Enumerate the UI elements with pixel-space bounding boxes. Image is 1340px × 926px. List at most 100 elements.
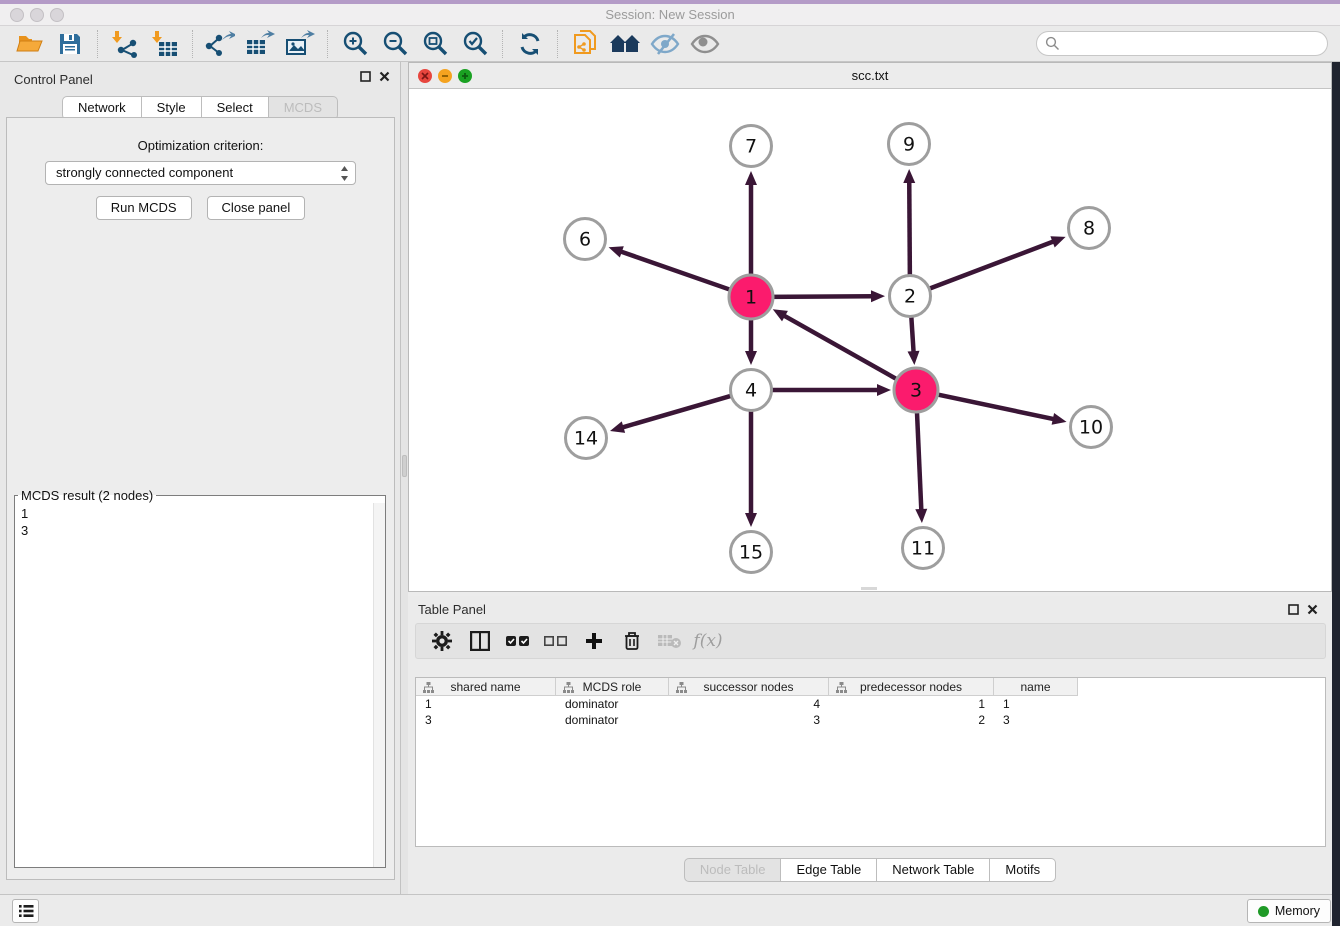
add-column-icon[interactable]: [578, 628, 610, 654]
zoom-out-icon[interactable]: [378, 29, 412, 59]
table-cell[interactable]: 2: [829, 712, 994, 728]
copy-view-icon[interactable]: [568, 29, 602, 59]
network-canvas[interactable]: 7968124314101511: [409, 89, 1331, 591]
mcds-result-box: MCDS result (2 nodes) 13: [14, 488, 386, 868]
graph-node-label: 1: [745, 287, 757, 309]
show-eye-icon[interactable]: [688, 29, 722, 59]
table-cell[interactable]: 4: [669, 696, 829, 712]
split-view-icon[interactable]: [464, 628, 496, 654]
hierarchy-icon: [676, 682, 687, 693]
import-network-icon[interactable]: [108, 29, 142, 59]
network-graph[interactable]: 7968124314101511: [409, 89, 1331, 591]
toolbar-separator: [327, 30, 328, 58]
splitter-handle-icon[interactable]: [402, 455, 407, 477]
network-window-title: scc.txt: [409, 68, 1331, 83]
graph-edge-2-8[interactable]: [927, 241, 1055, 289]
table-row[interactable]: 3dominator323: [416, 712, 1325, 728]
node-table[interactable]: shared name MCDS role successor nodes prede…: [415, 677, 1326, 847]
column-header-shared-name[interactable]: shared name: [416, 678, 556, 696]
memory-status-icon: [1258, 906, 1269, 917]
column-header-name[interactable]: name: [994, 678, 1078, 696]
open-session-icon[interactable]: [13, 29, 47, 59]
task-history-button[interactable]: [12, 899, 39, 923]
export-image-icon[interactable]: [283, 29, 317, 59]
column-header-label: name: [1020, 680, 1050, 694]
table-header-row: shared name MCDS role successor nodes prede…: [416, 678, 1325, 696]
graph-edge-2-9[interactable]: [909, 181, 910, 278]
canvas-grip: [861, 587, 877, 590]
graph-node-label: 15: [739, 542, 763, 564]
import-table-icon[interactable]: [148, 29, 182, 59]
table-settings-icon[interactable]: [426, 628, 458, 654]
zoom-selected-icon[interactable]: [458, 29, 492, 59]
column-header-MCDS-role[interactable]: MCDS role: [556, 678, 669, 696]
export-network-icon[interactable]: [203, 29, 237, 59]
table-cell[interactable]: 3: [416, 712, 556, 728]
table-cell[interactable]: dominator: [556, 696, 669, 712]
tab-node-table[interactable]: Node Table: [684, 858, 782, 882]
edge-arrowhead-icon: [745, 351, 757, 365]
column-header-label: predecessor nodes: [860, 680, 962, 694]
close-panel-icon[interactable]: [379, 71, 390, 82]
edge-arrowhead-icon: [1050, 236, 1065, 247]
table-cell[interactable]: 1: [416, 696, 556, 712]
hide-eye-icon[interactable]: [648, 29, 682, 59]
graph-edge-3-1[interactable]: [783, 315, 900, 381]
result-scrollbar[interactable]: [373, 503, 385, 867]
toolbar-separator: [557, 30, 558, 58]
table-cell[interactable]: 1: [994, 696, 1078, 712]
window-title: Session: New Session: [0, 7, 1340, 22]
zoom-in-icon[interactable]: [338, 29, 372, 59]
graph-node-label: 4: [745, 380, 757, 402]
optimization-criterion-label: Optimization criterion:: [7, 138, 394, 153]
table-tabs: Node TableEdge TableNetwork TableMotifs: [408, 858, 1332, 882]
table-cell[interactable]: 1: [829, 696, 994, 712]
select-all-icon[interactable]: [502, 628, 534, 654]
graph-edge-1-6[interactable]: [620, 251, 734, 291]
zoom-fit-icon[interactable]: [418, 29, 452, 59]
refresh-icon[interactable]: [513, 29, 547, 59]
column-header-successor-nodes[interactable]: successor nodes: [669, 678, 829, 696]
export-table-icon[interactable]: [243, 29, 277, 59]
table-cell[interactable]: 3: [994, 712, 1078, 728]
search-input[interactable]: [1036, 31, 1328, 56]
tab-motifs[interactable]: Motifs: [990, 858, 1056, 882]
function-builder-icon[interactable]: f(x): [692, 628, 724, 654]
network-window-titlebar[interactable]: scc.txt: [409, 63, 1331, 89]
graph-node-label: 9: [903, 134, 915, 156]
edge-arrowhead-icon: [908, 351, 920, 365]
edge-arrowhead-icon: [903, 169, 915, 183]
run-mcds-button[interactable]: Run MCDS: [96, 196, 192, 220]
application-window: Session: New Session: [0, 0, 1340, 926]
table-cell[interactable]: 3: [669, 712, 829, 728]
home-icon[interactable]: [608, 29, 642, 59]
control-panel-header: Control Panel: [0, 62, 400, 96]
tab-network-table[interactable]: Network Table: [877, 858, 990, 882]
graph-edge-3-10[interactable]: [934, 394, 1055, 420]
table-cell[interactable]: dominator: [556, 712, 669, 728]
graph-edge-1-2[interactable]: [769, 296, 873, 297]
table-row[interactable]: 1dominator411: [416, 696, 1325, 712]
hierarchy-icon: [423, 682, 434, 693]
column-header-label: MCDS role: [583, 680, 642, 694]
save-session-icon[interactable]: [53, 29, 87, 59]
delete-table-icon[interactable]: [654, 628, 686, 654]
graph-edge-2-3[interactable]: [911, 314, 913, 353]
delete-column-icon[interactable]: [616, 628, 648, 654]
tab-edge-table[interactable]: Edge Table: [781, 858, 877, 882]
column-header-predecessor-nodes[interactable]: predecessor nodes: [829, 678, 994, 696]
panel-splitter[interactable]: [401, 62, 408, 894]
optimization-criterion-select[interactable]: strongly connected component: [45, 161, 356, 185]
close-panel-button[interactable]: Close panel: [207, 196, 306, 220]
edge-arrowhead-icon: [609, 246, 624, 257]
float-table-panel-icon[interactable]: [1288, 604, 1299, 615]
graph-edge-4-14[interactable]: [622, 395, 734, 428]
deselect-all-icon[interactable]: [540, 628, 572, 654]
main-toolbar: [0, 26, 1340, 62]
graph-node-label: 3: [910, 380, 922, 402]
float-panel-icon[interactable]: [360, 71, 371, 82]
memory-button[interactable]: Memory: [1247, 899, 1331, 923]
graph-node-label: 14: [574, 428, 598, 450]
graph-edge-3-11[interactable]: [917, 408, 922, 511]
close-table-panel-icon[interactable]: [1307, 604, 1318, 615]
